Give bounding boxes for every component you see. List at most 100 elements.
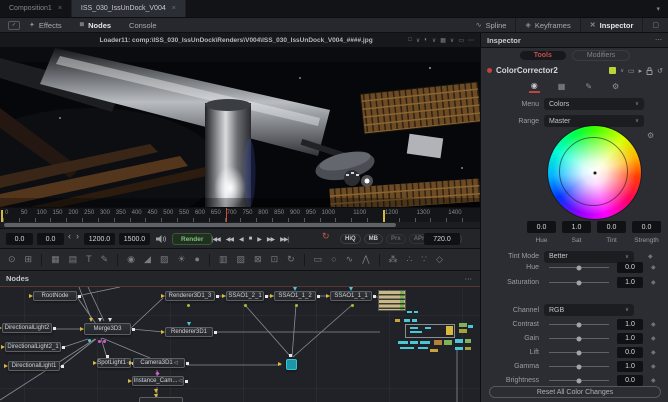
node-output-pin[interactable] (214, 331, 217, 334)
toolbar-icon-io-node[interactable]: ⊙ (8, 255, 16, 264)
viewer-header-icon[interactable]: □ (408, 37, 412, 44)
loop-button[interactable]: ↻ (322, 231, 330, 242)
node-input-pin[interactable] (128, 379, 132, 383)
monitor-button[interactable]: ▢ (643, 18, 668, 32)
menubar-item-nodes[interactable]: ⧈ Nodes (71, 18, 120, 32)
toolbar-icon-particle-render[interactable]: ∵ (421, 255, 427, 264)
viewer-header-icon[interactable]: ∨ (432, 37, 436, 44)
brightness-slider-thumb[interactable] (577, 378, 582, 383)
gain-slider[interactable] (549, 338, 609, 339)
toolbar-icon-merge[interactable]: ▥ (219, 255, 228, 264)
toolbar-icon-resize[interactable]: ⊡ (271, 255, 279, 264)
node-input-pin[interactable] (93, 361, 97, 365)
menubar-item-effects[interactable]: ✦ Effects (20, 18, 71, 32)
toolbar-icon-brightness[interactable]: ☀ (177, 255, 185, 264)
node-input-pin[interactable] (326, 294, 330, 298)
range-end-field[interactable]: 1500.0 (119, 233, 150, 245)
tab-color-wheel-icon[interactable]: ◉ (529, 80, 540, 93)
contrast-value[interactable]: 1.0 (617, 319, 643, 330)
toolbar-icon-transform[interactable]: ↻ (287, 255, 295, 264)
lift-value[interactable]: 0.0 (617, 347, 643, 358)
speaker-icon[interactable]: ◁ (174, 359, 178, 367)
inspector-menu-icon[interactable]: ⋯ (655, 36, 668, 44)
partial-node[interactable] (139, 397, 183, 402)
graph-node-instance_cam[interactable]: Instance_Cam...◁ (132, 376, 184, 386)
viewer-panel[interactable] (0, 48, 480, 207)
brightness-value[interactable]: 0.0 (617, 375, 643, 386)
play-button[interactable]: ▶ (257, 236, 261, 243)
reset-icon[interactable]: ↺ (657, 67, 663, 75)
tint-mode-modifier-icon[interactable]: ◆ (648, 253, 653, 260)
color-wheel[interactable] (548, 126, 641, 219)
menubar-item-keyframes[interactable]: ◈ Keyframes (516, 18, 579, 32)
gamma-modifier-icon[interactable]: ◆ (651, 363, 656, 370)
toolbar-icon-bspline-mask[interactable]: ⋀ (362, 255, 369, 264)
saturation-slider[interactable] (549, 282, 609, 283)
gear-icon[interactable]: ⚙ (647, 131, 654, 140)
range-start-field[interactable]: 1200.0 (84, 233, 115, 245)
channel-dropdown[interactable]: RGB ∨ (544, 304, 634, 316)
toolbar-icon-text[interactable]: T (86, 255, 92, 264)
graph-node-ssao1_1_1[interactable]: SSAO1_1_1 (330, 291, 372, 301)
toolbar-icon-particle-spray[interactable]: ∴ (407, 255, 413, 264)
toolbar-icon-polyline-mask[interactable]: ∿ (346, 255, 354, 264)
toolbar-icon-merge-3d[interactable]: ▧ (237, 255, 246, 264)
viewer-header-icon[interactable]: ◐ (424, 37, 428, 44)
hue-modifier-icon[interactable]: ◆ (651, 264, 656, 271)
toolbar-icon-glow[interactable]: ● (195, 255, 200, 264)
render-button[interactable]: Render (172, 233, 212, 245)
resolution-field[interactable]: 720.0 (424, 233, 460, 245)
toolbar-icon-paint[interactable]: ✎ (101, 255, 109, 264)
current-time-field[interactable]: 0.0 (6, 233, 33, 245)
toggle-mb[interactable]: MB (364, 234, 383, 244)
node-input-pin[interactable] (29, 294, 33, 298)
hue-value-box[interactable]: 0.0 (527, 221, 556, 233)
tab-settings-icon[interactable]: ⚙ (610, 81, 621, 92)
node-input-pin[interactable] (0, 326, 2, 330)
hue-slider-thumb[interactable] (577, 265, 582, 270)
tab-overflow-icon[interactable]: ▾ (648, 0, 668, 17)
contrast-slider[interactable] (549, 324, 609, 325)
gamma-value[interactable]: 1.0 (617, 361, 643, 372)
brightness-modifier-icon[interactable]: ◆ (651, 377, 656, 384)
timeline-ruler[interactable]: 0501001502002503003504004505005506006507… (0, 207, 480, 222)
node-output-pin[interactable] (317, 295, 320, 298)
node-output-pin[interactable] (373, 295, 376, 298)
node-output-pin[interactable] (132, 328, 135, 331)
render-range-start-marker[interactable] (1, 210, 3, 222)
saturation-slider-thumb[interactable] (577, 280, 582, 285)
node-output-pin[interactable] (53, 327, 56, 330)
viewer-header-icon[interactable]: ▦ (440, 37, 446, 44)
toolbar-icon-ellipse-mask[interactable]: ○ (331, 255, 336, 264)
toolbar-icon-gradient[interactable]: ▨ (160, 255, 169, 264)
tab-iss-030[interactable]: ISS_030_IssUnDock_V004 × (72, 0, 186, 17)
gamma-slider-thumb[interactable] (577, 364, 582, 369)
tab-close-icon[interactable]: × (172, 5, 176, 12)
gamma-slider[interactable] (549, 366, 609, 367)
viewer-header-icon[interactable]: ⋯ (468, 37, 474, 44)
toolbar-icon-fastnoise[interactable]: ▤ (69, 255, 78, 264)
playhead[interactable] (226, 208, 227, 222)
viewer-header-icon[interactable]: ▭ (458, 37, 464, 44)
goto-start-button[interactable]: |◀◀ (212, 236, 220, 243)
node-input-pin[interactable] (4, 364, 8, 368)
viewer-header-icon[interactable]: ∨ (416, 37, 420, 44)
tab-close-icon[interactable]: × (58, 5, 62, 12)
graph-node-ssao1_2_1[interactable]: SSAO1_2_1 (226, 291, 264, 301)
tab-composition1[interactable]: Composition1 × (0, 0, 72, 17)
menubar-item-console[interactable]: Console (120, 18, 166, 32)
toolbar-icon-particle-emitter[interactable]: ⁂ (389, 255, 398, 264)
menubar-item-inspector[interactable]: ✕ Inspector (581, 18, 643, 32)
checker-toggle-icon[interactable]: ✓ (8, 21, 20, 30)
gain-slider-thumb[interactable] (577, 336, 582, 341)
step-forward-button[interactable]: › (76, 231, 79, 241)
node-input-pin[interactable] (161, 330, 165, 334)
node-graph[interactable]: RootNodeDirectionalLight2DirectionalLigh… (0, 287, 480, 402)
toolbar-icon-levels[interactable]: ◢ (144, 255, 151, 264)
speaker-icon[interactable] (156, 235, 166, 243)
viewer-header-icon[interactable]: ∨ (450, 37, 454, 44)
current-time-field-2[interactable]: 0.0 (37, 233, 64, 245)
nodes-panel-menu-icon[interactable]: ⋯ (465, 274, 481, 283)
toggle-prx[interactable]: Prx (386, 234, 406, 244)
step-back-button[interactable]: ‹ (68, 231, 71, 241)
